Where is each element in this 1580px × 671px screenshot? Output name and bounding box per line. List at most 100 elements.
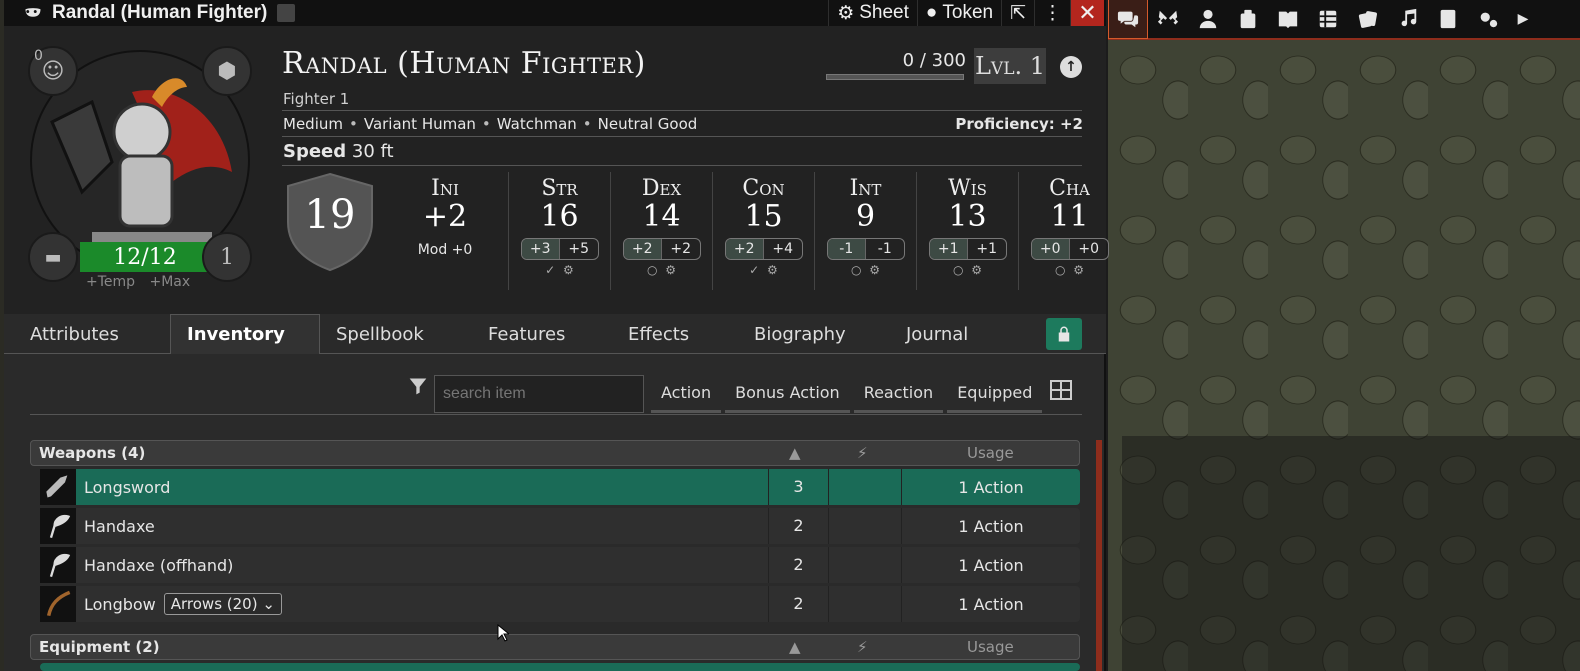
divider	[282, 110, 1082, 111]
inventory-row[interactable]: Longbow Arrows (20) ⌄ 2 1 Action	[40, 586, 1080, 622]
window-titlebar[interactable]: Randal (Human Fighter) ⚙ Sheet ● Token ⇱…	[4, 0, 1104, 26]
inventory-row[interactable]: Handaxe (offhand) 2 1 Action	[40, 547, 1080, 583]
compendium-tab-icon[interactable]	[1428, 0, 1468, 39]
item-usage[interactable]: 1 Action	[902, 595, 1080, 614]
save-proficiency-icons[interactable]: ✓ ⚙	[713, 263, 814, 277]
roll-dice-button[interactable]: ⬢	[202, 46, 252, 96]
item-quantity[interactable]: 2	[768, 547, 828, 583]
combat-tab-icon[interactable]	[1148, 0, 1188, 39]
longsword-icon	[40, 469, 76, 505]
tab-features[interactable]: Features	[472, 314, 612, 354]
hit-dice-badge[interactable]: 1	[202, 232, 252, 282]
settings-tab-icon[interactable]	[1468, 0, 1508, 39]
playlists-tab-icon[interactable]	[1388, 0, 1428, 39]
close-button[interactable]: ✕	[1070, 0, 1104, 26]
tables-tab-icon[interactable]	[1308, 0, 1348, 39]
inventory-row[interactable]: Handaxe 2 1 Action	[40, 508, 1080, 544]
sheet-tabs: Attributes Inventory Spellbook Features …	[4, 314, 1106, 354]
item-quantity[interactable]: 2	[768, 586, 828, 622]
armor-class-shield[interactable]: 19	[284, 172, 376, 272]
filter-bonus-action[interactable]: Bonus Action	[725, 375, 850, 413]
save-proficiency-icons[interactable]: ○ ⚙	[815, 263, 916, 277]
inventory-row[interactable]: Longsword 3 1 Action	[40, 469, 1080, 505]
more-menu-button[interactable]: ⋮	[1034, 0, 1070, 26]
smile-icon: ☺	[41, 58, 65, 84]
item-quantity[interactable]: 2	[768, 508, 828, 544]
sheet-lock-button[interactable]	[1046, 318, 1082, 350]
item-usage[interactable]: 1 Action	[902, 478, 1080, 497]
rest-button[interactable]: ▬	[28, 232, 78, 282]
tab-spellbook[interactable]: Spellbook	[320, 314, 472, 354]
character-sheet-window: Randal (Human Fighter) ⚙ Sheet ● Token ⇱…	[4, 0, 1109, 671]
item-usage[interactable]: 1 Action	[902, 556, 1080, 575]
filter-icon[interactable]	[408, 376, 428, 396]
item-charges	[828, 508, 902, 544]
item-charges	[828, 586, 902, 622]
filter-action[interactable]: Action	[651, 375, 722, 413]
ability-cha[interactable]: Cha 11 +0 +0 ○ ⚙	[1018, 172, 1120, 290]
weapons-group-header[interactable]: Weapons (4) ▲ ⚡ Usage	[30, 440, 1080, 466]
item-name[interactable]: Handaxe	[84, 517, 155, 536]
save-proficiency-icons[interactable]: ○ ⚙	[1019, 263, 1120, 277]
sheet-header: ☺ 0 ⬢ ▬ 12/12 1 +Temp +Max Randal (Human…	[4, 26, 1109, 314]
save-proficiency-icons[interactable]: ○ ⚙	[917, 263, 1018, 277]
external-link-icon: ⇱	[1010, 2, 1026, 24]
tab-journal[interactable]: Journal	[890, 314, 1010, 354]
hp-bar[interactable]: 12/12	[80, 242, 210, 272]
max-hp-input[interactable]: +Max	[150, 274, 191, 290]
window-title: Randal (Human Fighter)	[52, 2, 268, 23]
tab-effects[interactable]: Effects	[612, 314, 738, 354]
divider	[30, 414, 1082, 415]
temp-hp-input[interactable]: +Temp	[86, 274, 135, 290]
item-name[interactable]: Longsword	[84, 478, 170, 497]
grid-view-icon[interactable]	[1050, 380, 1072, 400]
weight-icon: ▲	[789, 638, 801, 656]
actors-tab-icon[interactable]	[1188, 0, 1228, 39]
filter-equipped[interactable]: Equipped	[947, 375, 1043, 413]
journal-tab-icon[interactable]	[1268, 0, 1308, 39]
ability-str[interactable]: Str 16 +3 +5 ✓ ⚙	[508, 172, 610, 290]
hp-modifiers: +Temp +Max	[86, 274, 190, 290]
tab-attributes[interactable]: Attributes	[4, 314, 170, 354]
equipment-group-header[interactable]: Equipment (2) ▲ ⚡ Usage	[30, 634, 1080, 660]
level-up-button[interactable]: ↑	[1060, 56, 1082, 78]
alignment-label: Neutral Good	[577, 115, 698, 133]
chat-tab-icon[interactable]	[1108, 0, 1148, 39]
item-name[interactable]: Longbow	[84, 595, 156, 614]
usage-header: Usage	[967, 638, 1014, 656]
scrollbar[interactable]	[1096, 440, 1102, 671]
ability-con[interactable]: Con 15 +2 +4 ✓ ⚙	[712, 172, 814, 290]
tab-inventory[interactable]: Inventory	[170, 314, 320, 354]
size-label: Medium	[283, 115, 343, 133]
ammo-select[interactable]: Arrows (20) ⌄	[163, 593, 282, 615]
token-config-button[interactable]: ● Token	[916, 0, 1001, 26]
cards-tab-icon[interactable]	[1348, 0, 1388, 39]
tab-biography[interactable]: Biography	[738, 314, 890, 354]
weight-icon: ▲	[789, 444, 801, 462]
save-proficiency-icons[interactable]: ✓ ⚙	[509, 263, 610, 277]
divider	[282, 165, 1082, 166]
ability-wis[interactable]: Wis 13 +1 +1 ○ ⚙	[916, 172, 1018, 290]
xp-value[interactable]: 0 / 300	[826, 50, 966, 71]
inspiration-badge[interactable]: ☺ 0	[28, 46, 78, 96]
ability-scores: Ini +2 Mod +0 Str 16 +3 +5 ✓ ⚙ Dex 14 +2 +…	[382, 172, 1120, 290]
sheet-config-button[interactable]: ⚙ Sheet	[828, 0, 917, 26]
item-quantity[interactable]: 3	[768, 469, 828, 505]
document-id-icon[interactable]	[277, 4, 296, 22]
filter-reaction[interactable]: Reaction	[853, 375, 944, 413]
collapse-sidebar-icon[interactable]: ▶	[1508, 0, 1538, 39]
inventory-row[interactable]	[40, 663, 1080, 671]
item-usage[interactable]: 1 Action	[902, 517, 1080, 536]
handaxe-icon	[40, 547, 76, 583]
charges-icon: ⚡	[857, 638, 868, 656]
item-name[interactable]: Handaxe (offhand)	[84, 556, 233, 575]
search-item-input[interactable]	[434, 375, 644, 413]
initiative-block[interactable]: Ini +2 Mod +0	[382, 172, 508, 290]
speed-label: Speed 30 ft	[283, 141, 394, 162]
character-name[interactable]: Randal (Human Fighter)	[282, 46, 646, 81]
popout-button[interactable]: ⇱	[1001, 0, 1034, 26]
ability-int[interactable]: Int 9 -1 -1 ○ ⚙	[814, 172, 916, 290]
items-tab-icon[interactable]	[1228, 0, 1268, 39]
ability-dex[interactable]: Dex 14 +2 +2 ○ ⚙	[610, 172, 712, 290]
save-proficiency-icons[interactable]: ○ ⚙	[611, 263, 712, 277]
